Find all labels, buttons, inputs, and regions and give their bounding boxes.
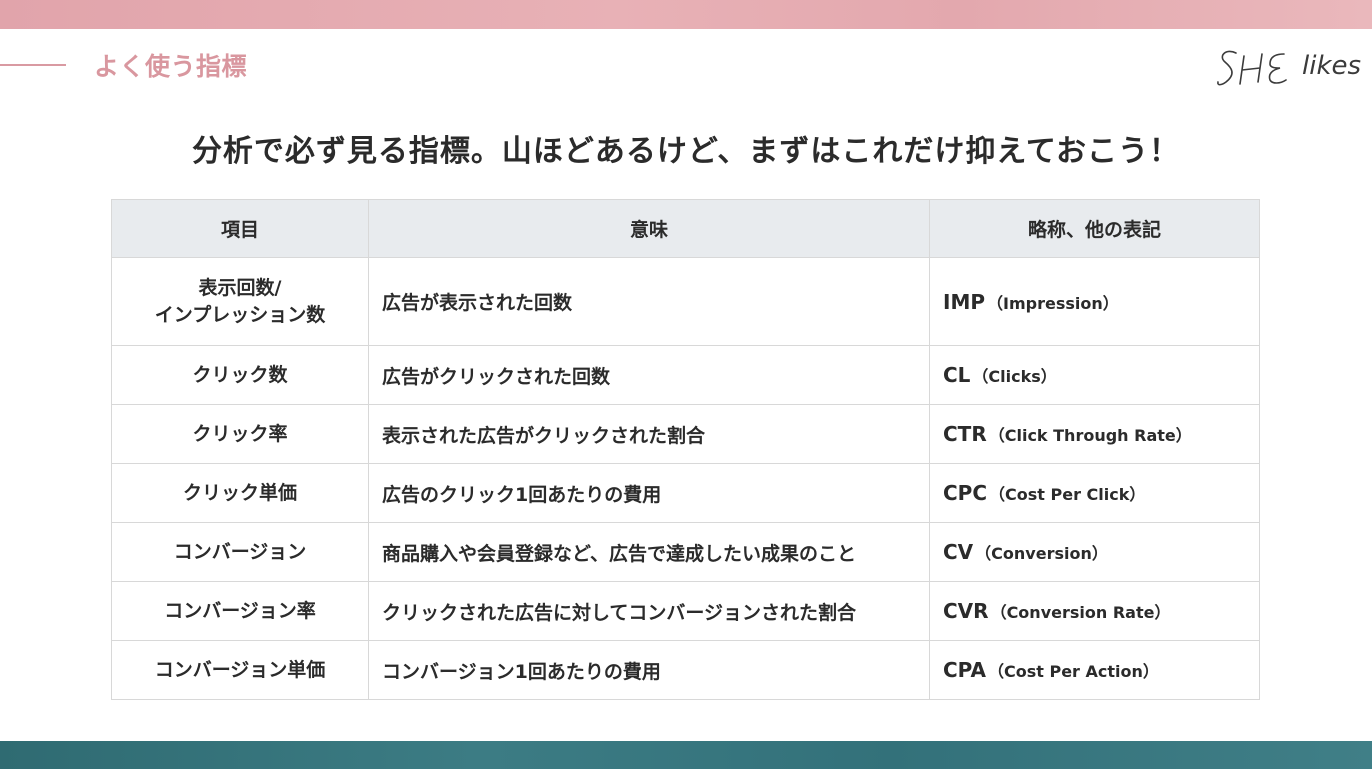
term-cell: クリック単価 xyxy=(111,463,369,523)
metrics-table: 項目 意味 略称、他の表記 表示回数/ インプレッション数 広告が表示された回数… xyxy=(111,199,1260,700)
abbreviation: IMP xyxy=(943,289,986,314)
column-header-term: 項目 xyxy=(111,199,369,258)
term-cell: コンバージョン率 xyxy=(111,581,369,641)
abbreviation: CVR xyxy=(943,599,989,623)
meaning-cell: クリックされた広告に対してコンバージョンされた割合 xyxy=(368,581,930,641)
term-cell: クリック率 xyxy=(111,404,369,464)
column-header-meaning: 意味 xyxy=(368,199,930,258)
term-cell: クリック数 xyxy=(111,345,369,405)
abbreviation-full: （Impression） xyxy=(987,293,1119,313)
bottom-decorative-band xyxy=(0,741,1372,769)
term-line-1: 表示回数/ xyxy=(198,276,282,299)
logo-text: likes xyxy=(1302,51,1362,81)
abbreviation: CPC xyxy=(943,481,988,505)
table-header-row: 項目 意味 略称、他の表記 xyxy=(111,199,1260,258)
section-label: よく使う指標 xyxy=(94,52,248,81)
abbreviation-cell: CTR （Click Through Rate） xyxy=(929,404,1260,464)
brand-logo: likes xyxy=(1214,44,1361,94)
section-rule xyxy=(0,64,66,66)
abbreviation-full: （Clicks） xyxy=(972,367,1057,386)
abbreviation-full: （Cost Per Click） xyxy=(989,485,1146,504)
term-cell: コンバージョン xyxy=(111,522,369,582)
abbreviation-cell: CV （Conversion） xyxy=(929,522,1260,582)
top-decorative-band xyxy=(0,0,1372,29)
table-row: 表示回数/ インプレッション数 広告が表示された回数 IMP （Impressio… xyxy=(111,257,1260,346)
column-header-abbreviation: 略称、他の表記 xyxy=(929,199,1260,258)
meaning-cell: 広告がクリックされた回数 xyxy=(368,345,930,405)
abbreviation: CV xyxy=(943,540,974,564)
meaning-cell: コンバージョン1回あたりの費用 xyxy=(368,640,930,700)
abbreviation-cell: CPA （Cost Per Action） xyxy=(929,640,1260,700)
abbreviation-full: （Conversion Rate） xyxy=(990,603,1171,622)
abbreviation-full: （Cost Per Action） xyxy=(987,662,1159,681)
abbreviation: CL xyxy=(943,363,971,387)
meaning-cell: 広告が表示された回数 xyxy=(368,257,930,346)
page-headline: 分析で必ず見る指標。山ほどあるけど、まずはこれだけ抑えておこう！ xyxy=(191,134,1181,169)
abbreviation-cell: CPC （Cost Per Click） xyxy=(929,463,1260,523)
meaning-cell: 表示された広告がクリックされた割合 xyxy=(368,404,930,464)
abbreviation-cell: CVR （Conversion Rate） xyxy=(929,581,1260,641)
abbreviation: CPA xyxy=(943,658,986,682)
abbreviation-cell: CL （Clicks） xyxy=(929,345,1260,405)
meaning-cell: 商品購入や会員登録など、広告で達成したい成果のこと xyxy=(368,522,930,582)
term-line-2: インプレッション数 xyxy=(154,303,326,326)
table-row: コンバージョン単価 コンバージョン1回あたりの費用 CPA （Cost Per A… xyxy=(111,640,1260,700)
term-cell: 表示回数/ インプレッション数 xyxy=(111,257,369,346)
abbreviation-full: （Conversion） xyxy=(975,544,1108,563)
term-cell: コンバージョン単価 xyxy=(111,640,369,700)
table-row: クリック単価 広告のクリック1回あたりの費用 CPC （Cost Per Clic… xyxy=(111,463,1260,523)
table-row: クリック率 表示された広告がクリックされた割合 CTR （Click Throug… xyxy=(111,404,1260,464)
logo-signature-icon xyxy=(1217,50,1287,86)
abbreviation-cell: IMP （Impression） xyxy=(929,257,1260,346)
meaning-cell: 広告のクリック1回あたりの費用 xyxy=(368,463,930,523)
abbreviation: CTR xyxy=(943,422,987,446)
table-row: コンバージョン 商品購入や会員登録など、広告で達成したい成果のこと CV （Con… xyxy=(111,522,1260,582)
table-row: コンバージョン率 クリックされた広告に対してコンバージョンされた割合 CVR （C… xyxy=(111,581,1260,641)
abbreviation-full: （Click Through Rate） xyxy=(988,426,1192,445)
table-row: クリック数 広告がクリックされた回数 CL （Clicks） xyxy=(111,345,1260,405)
